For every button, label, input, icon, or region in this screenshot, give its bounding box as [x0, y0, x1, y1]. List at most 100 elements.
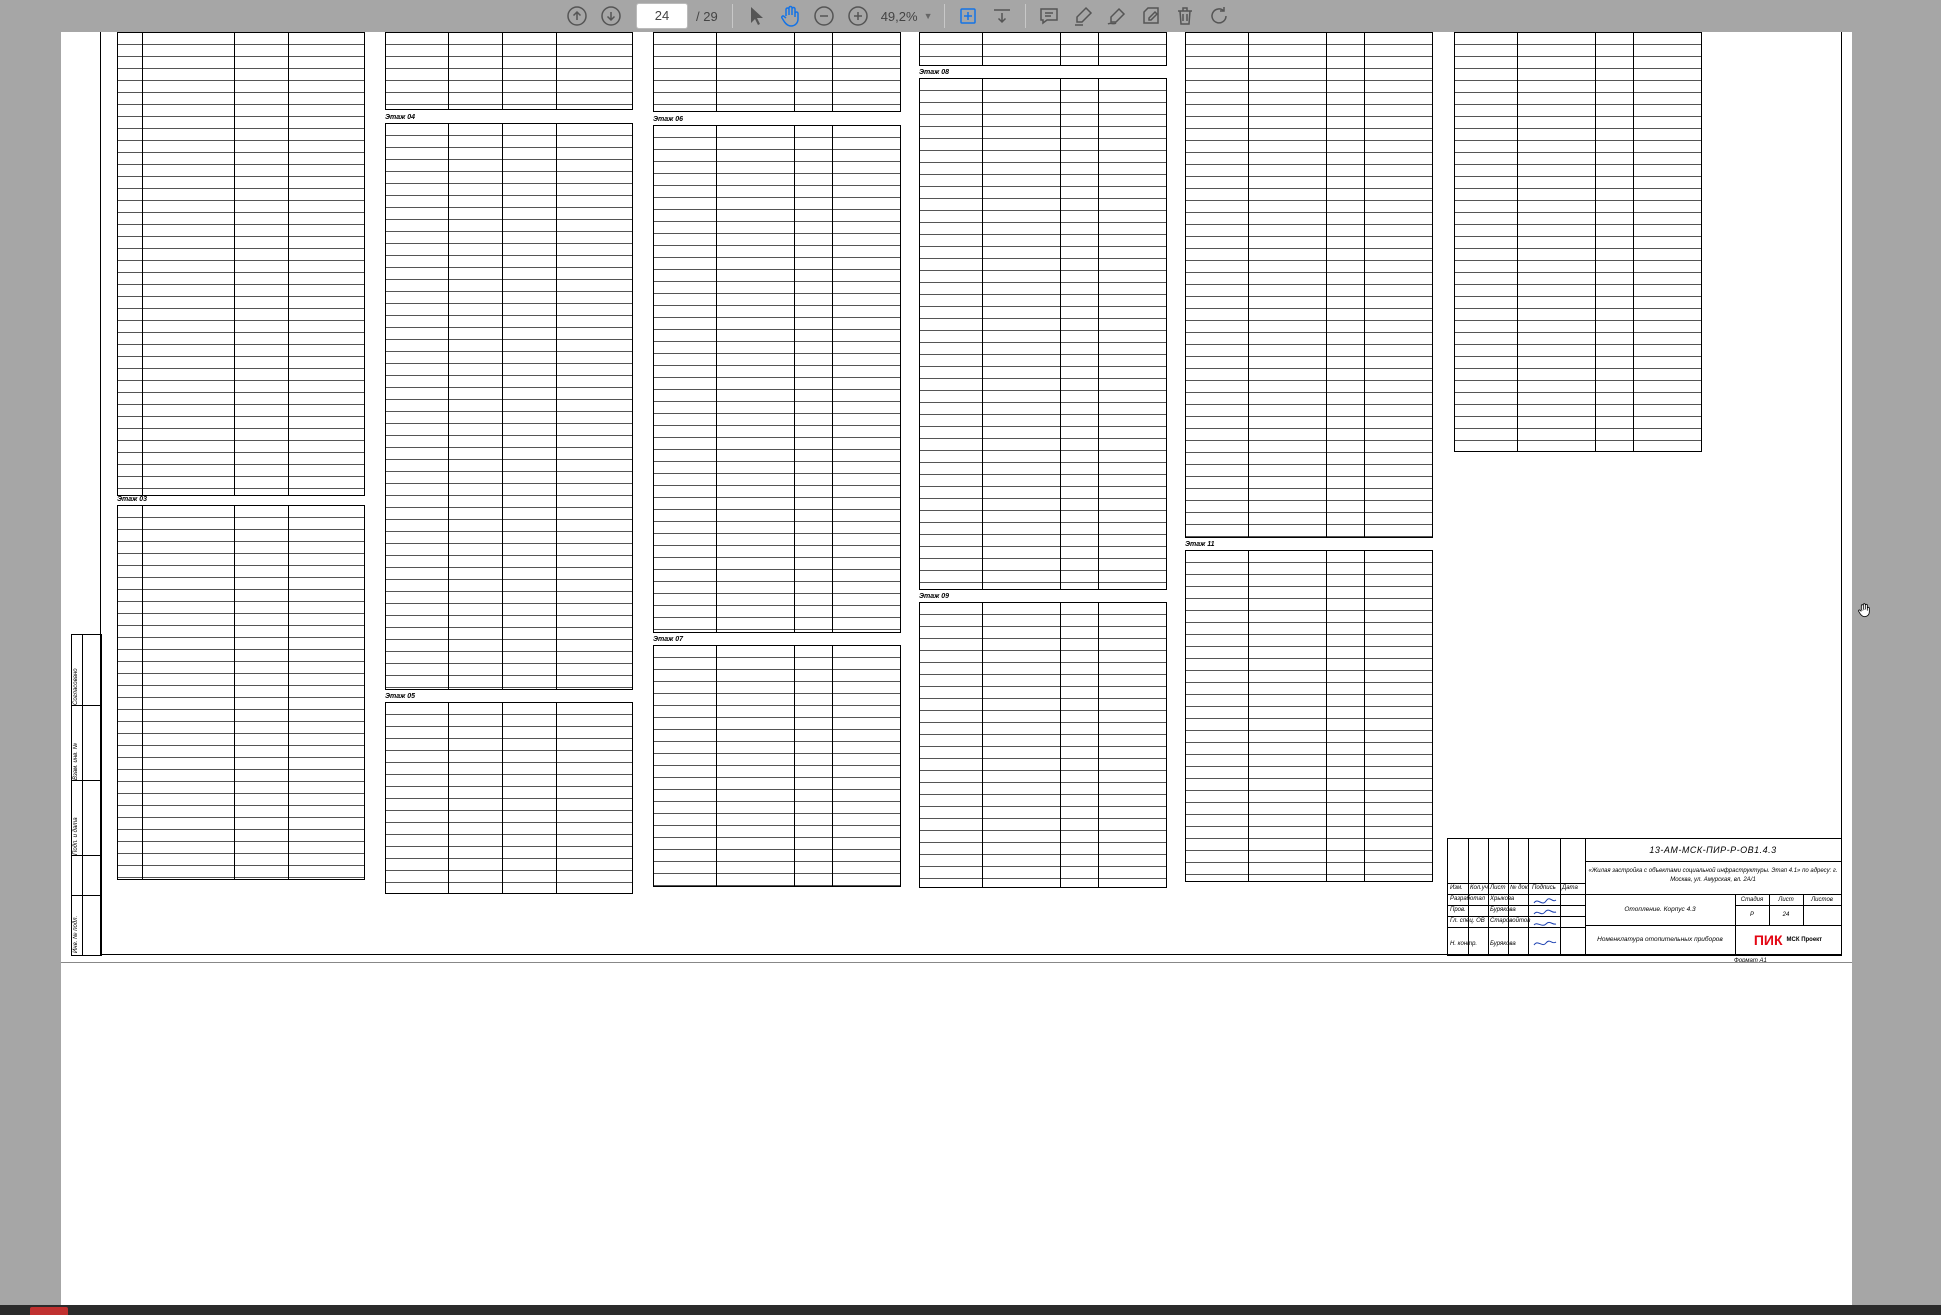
side-stamp-label: Инв. № подл. [73, 915, 79, 953]
signer-name: Хрыкова [1490, 896, 1515, 902]
draw-button[interactable] [1100, 1, 1134, 31]
draw-icon [1108, 7, 1126, 25]
previous-page-button[interactable] [560, 1, 594, 31]
next-page-button[interactable] [594, 1, 628, 31]
drawing-description: Номенклатура отопительных приборов [1585, 925, 1736, 955]
fill-sign-icon [1143, 7, 1160, 24]
logo-text: ПИК [1753, 932, 1783, 948]
role-label: Н. контр. [1450, 941, 1478, 947]
floor-label: Этаж 07 [653, 636, 684, 643]
hand-tool-icon [780, 5, 799, 27]
side-stamp-label: Согласовано [73, 668, 79, 705]
schedule-column: Этаж 08 Этаж 09 [919, 32, 1167, 888]
arrow-down-circle-icon [601, 6, 621, 26]
title-block-signatures: Изм. Кол.уч Лист № док. Подпись Дата Раз… [1448, 839, 1586, 955]
scroll-mode-icon [994, 9, 1011, 24]
zoom-level-dropdown[interactable]: 49,2% ▼ [881, 9, 933, 24]
rotate-button[interactable] [1202, 1, 1236, 31]
floor-label: Этаж 03 [117, 496, 148, 503]
stage-value: Р [1749, 912, 1754, 918]
signer-name: Старовойтов [1490, 918, 1531, 924]
toolbar-divider [731, 4, 733, 28]
document-code: 13-АМ-МСК-ПИР-Р-ОВ1.4.3 [1585, 839, 1841, 862]
floor-label: Этаж 08 [919, 69, 950, 76]
cursor-select-icon [750, 7, 763, 25]
zoom-in-button[interactable] [841, 1, 875, 31]
floor-label: Этаж 09 [919, 593, 950, 600]
header-cell: Подпись [1532, 885, 1556, 891]
role-label: Пров. [1450, 907, 1466, 913]
zoom-out-icon [813, 6, 834, 26]
schedule-table [385, 702, 633, 894]
zoom-in-icon [847, 6, 868, 26]
sheet-value: 24 [1782, 912, 1790, 918]
schedule-table [653, 645, 901, 887]
schedule-column: Этаж 04 Этаж 05 [385, 32, 633, 894]
floor-label: Этаж 06 [653, 116, 684, 123]
project-name: «Жилая застройка с объектами социальной … [1585, 861, 1841, 895]
schedule-column: Этаж 11 [1185, 32, 1433, 882]
sheets-header: Листов [1803, 895, 1841, 906]
pdf-page: Согласовано Взам. инв. № Подп. и дата Ин… [61, 32, 1852, 964]
header-cell: Изм. [1450, 885, 1463, 891]
chevron-down-icon: ▼ [923, 11, 933, 21]
arrow-up-circle-icon [567, 6, 587, 26]
schedule-table [653, 125, 901, 633]
highlight-button[interactable] [1066, 1, 1100, 31]
comment-button[interactable] [1032, 1, 1066, 31]
sheet-info: Стадия Лист Листов Р 24 [1735, 895, 1841, 926]
header-cell: Кол.уч [1470, 885, 1488, 891]
fit-page-button[interactable] [951, 1, 985, 31]
zoom-out-button[interactable] [807, 1, 841, 31]
company-logo: ПИК МСК Проект [1735, 925, 1841, 955]
header-cell: Дата [1562, 885, 1578, 891]
select-tool-button[interactable] [739, 1, 773, 31]
page-number-input[interactable]: 24 [636, 3, 688, 29]
drawing-section: Отопление. Корпус 4.3 [1585, 895, 1736, 926]
schedule-table [919, 78, 1167, 590]
next-pdf-page [61, 962, 1852, 1306]
zoom-value: 49,2% [880, 8, 918, 24]
schedule-column: Этаж 06 Этаж 07 [653, 32, 901, 887]
fill-sign-button[interactable] [1134, 1, 1168, 31]
floor-label: Этаж 05 [385, 693, 416, 700]
delete-icon [1178, 7, 1193, 25]
floor-label: Этаж 11 [1185, 541, 1215, 548]
taskbar [0, 1305, 1941, 1315]
title-block: Изм. Кол.уч Лист № док. Подпись Дата Раз… [1447, 838, 1842, 956]
schedule-table [385, 123, 633, 690]
comment-icon [1040, 8, 1059, 25]
signature-image [1533, 898, 1557, 946]
schedule-table [653, 32, 901, 112]
schedule-table [1185, 550, 1433, 882]
rotate-icon [1211, 7, 1228, 24]
signer-name: Бурякова [1490, 907, 1516, 913]
taskbar-app-icon[interactable] [30, 1307, 68, 1315]
schedule-table [117, 32, 365, 496]
logo-subtitle: МСК Проект [1786, 937, 1823, 943]
side-stamp: Согласовано Взам. инв. № Подп. и дата Ин… [71, 634, 102, 956]
schedule-column [1454, 32, 1702, 452]
schedule-table [919, 32, 1167, 66]
role-label: Гл. спец. ОВ [1450, 918, 1485, 924]
toolbar-divider [1025, 4, 1027, 28]
scroll-mode-button[interactable] [985, 1, 1019, 31]
delete-button[interactable] [1168, 1, 1202, 31]
page-total: / 29 [696, 8, 718, 24]
side-stamp-label: Подп. и дата [73, 817, 79, 855]
side-stamp-label: Взам. инв. № [73, 742, 79, 780]
schedule-table [117, 505, 365, 880]
schedule-table [1185, 32, 1433, 538]
role-label: Разработал [1450, 896, 1485, 902]
header-cell: № док. [1510, 885, 1530, 891]
schedule-table [919, 602, 1167, 888]
hand-tool-button[interactable] [773, 1, 807, 31]
header-cell: Лист [1490, 885, 1506, 891]
schedule-column: Этаж 03 [117, 32, 365, 880]
hand-cursor-icon [1858, 603, 1870, 618]
floor-label: Этаж 04 [385, 114, 416, 121]
pdf-toolbar: 24 / 29 49,2% ▼ [0, 0, 1941, 32]
signer-name: Бурякова [1490, 941, 1516, 947]
toolbar-divider [944, 4, 946, 28]
fit-page-icon [960, 8, 977, 24]
